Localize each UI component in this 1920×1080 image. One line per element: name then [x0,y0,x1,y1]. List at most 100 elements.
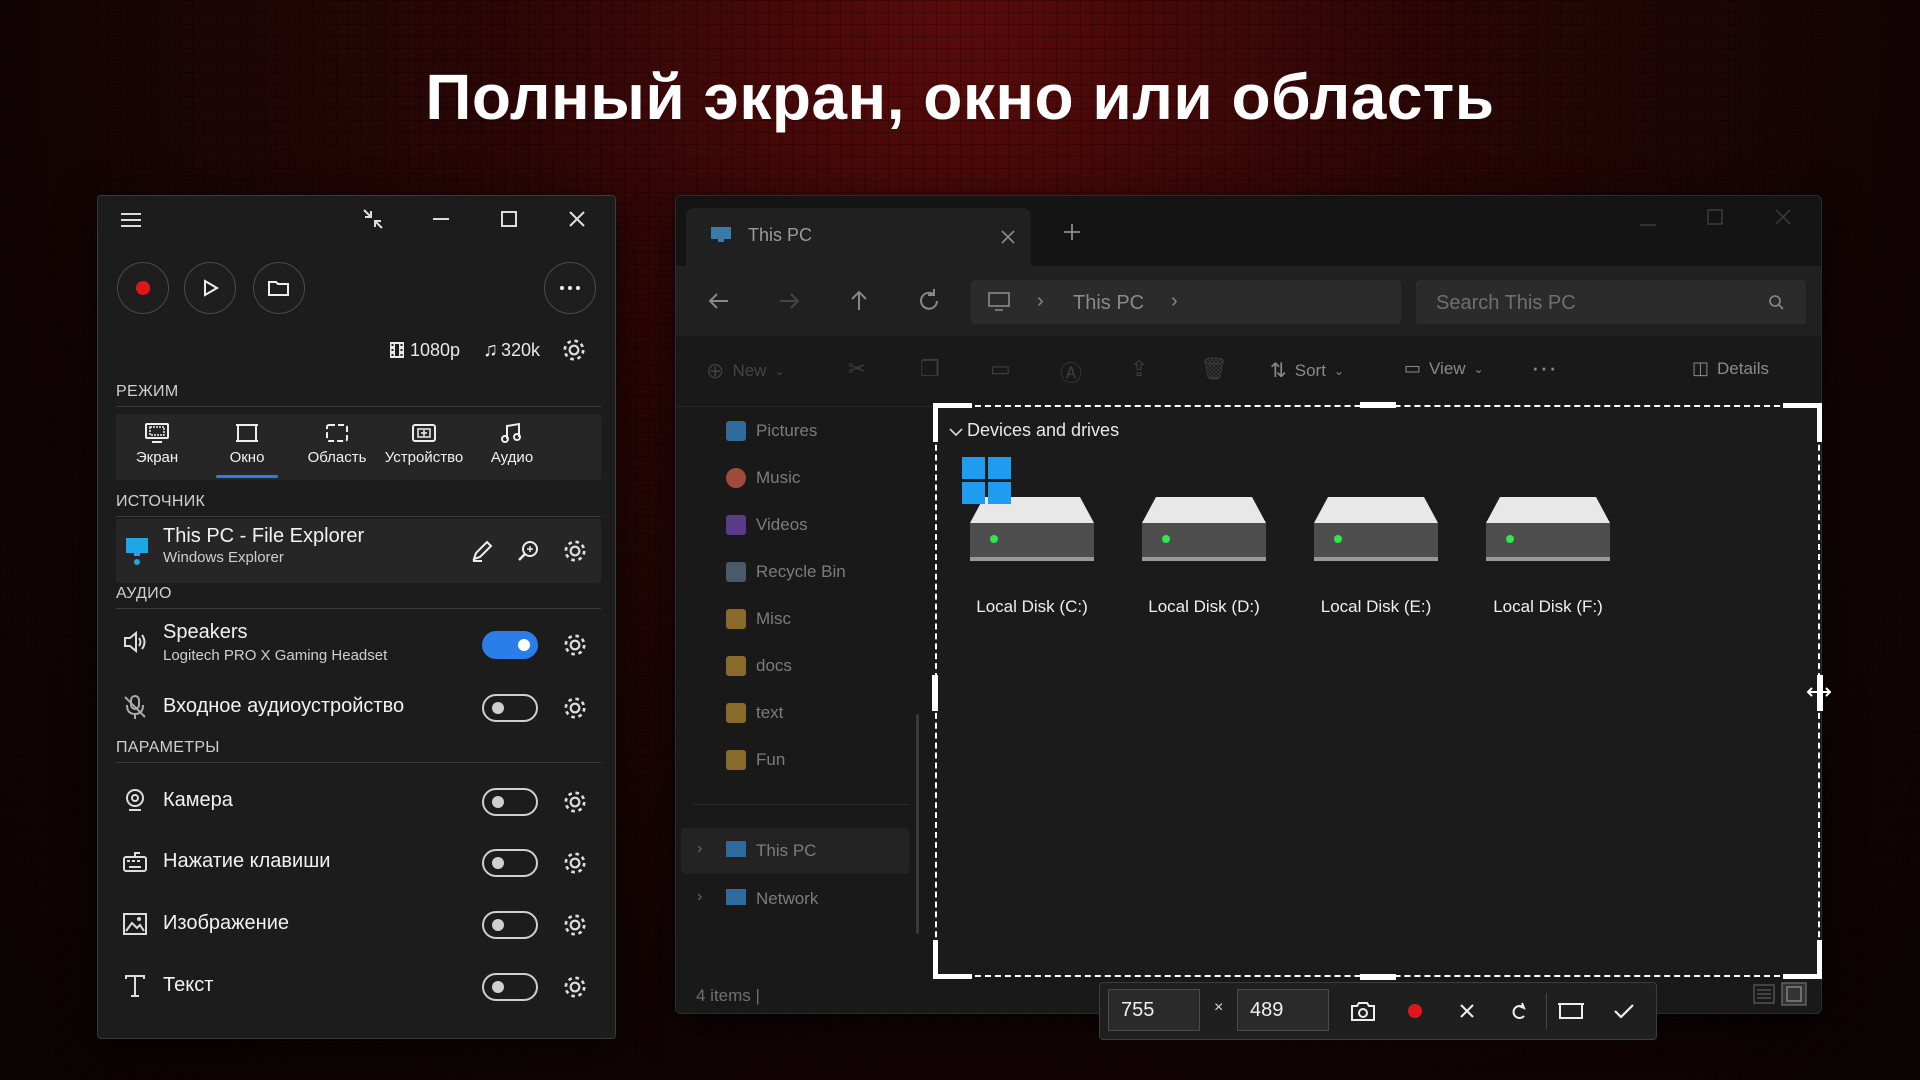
tab-this-pc[interactable]: This PC [686,208,1031,266]
sidebar-item-docs[interactable]: docs [726,649,792,683]
sidebar-item-misc[interactable]: Misc [726,602,791,636]
start-recording-button[interactable] [1399,995,1431,1027]
mode-screen[interactable]: Экран [116,414,198,480]
share-icon[interactable]: ⇪ [1130,356,1148,382]
sidebar-item-videos[interactable]: Videos 📌 [726,508,953,542]
new-plus-icon: ⊕ [706,358,725,383]
reset-selection-button[interactable] [1503,995,1535,1027]
breadcrumb-this-pc[interactable]: This PC [1073,292,1144,315]
address-bar[interactable]: › This PC › [971,280,1401,324]
cancel-selection-button[interactable] [1451,995,1483,1027]
more-options-button[interactable] [544,262,596,314]
drive-e[interactable]: Local Disk (E:) [1314,495,1438,616]
sidebar-item-network[interactable]: › Network [681,876,909,922]
details-view-icon[interactable] [1753,984,1775,1004]
up-arrow-icon[interactable] [842,284,876,318]
sidebar-item-music[interactable]: Music 📌 [726,461,953,495]
back-arrow-icon[interactable] [702,284,736,318]
more-icon[interactable]: ··· [1531,352,1557,383]
rename-icon[interactable]: Ⓐ [1060,356,1082,388]
explorer-close-icon[interactable] [1774,208,1792,226]
record-button[interactable] [117,262,169,314]
dimension-separator: × [1214,999,1224,1016]
speakers-toggle[interactable] [482,631,538,659]
hamburger-menu-icon[interactable] [118,208,144,234]
chevron-down-icon: ⌄ [774,364,785,378]
camera-toggle[interactable] [482,788,538,816]
camera-settings-gear-icon[interactable] [562,789,588,815]
delete-icon[interactable]: 🗑 [1200,356,1228,382]
details-button[interactable]: ◫ Details [1692,358,1769,379]
drive-d[interactable]: Local Disk (D:) [1142,495,1266,616]
resize-handle-bottom[interactable] [1360,974,1396,980]
search-box[interactable]: Search This PC [1416,280,1806,324]
expand-chevron-icon[interactable]: › [697,840,702,858]
copy-icon[interactable]: ❐ [920,356,940,382]
resize-handle-top[interactable] [1360,402,1396,408]
resize-handle-bottom-left[interactable] [933,940,972,979]
selection-height-input[interactable]: 489 [1237,989,1329,1031]
keystrokes-toggle[interactable] [482,849,538,877]
text-toggle[interactable] [482,973,538,1001]
explorer-minimize-icon[interactable] [1639,216,1657,234]
image-toggle[interactable] [482,911,538,939]
bitrate-stat[interactable]: ♫ 320k [483,336,540,364]
source-selector[interactable]: This PC - File Explorer Windows Explorer [116,519,601,583]
screenshot-button[interactable] [1347,995,1379,1027]
input-audio-toggle[interactable] [482,694,538,722]
sidebar-item-this-pc[interactable]: › This PC [681,828,909,874]
selection-width-input[interactable]: 755 [1108,989,1200,1031]
output-settings-gear-icon[interactable] [561,337,587,363]
new-tab-plus-icon[interactable] [1063,223,1081,241]
fullscreen-selection-button[interactable] [1555,995,1587,1027]
paste-icon[interactable]: ▭ [990,356,1011,382]
play-button[interactable] [184,262,236,314]
keystrokes-settings-gear-icon[interactable] [562,850,588,876]
edit-pencil-icon[interactable] [470,539,494,563]
sidebar-item-recycle-bin[interactable]: Recycle Bin 📌 [726,555,953,589]
open-folder-button[interactable] [253,262,305,314]
mode-window[interactable]: Окно [206,414,288,480]
sort-button[interactable]: ⇅ Sort ⌄ [1270,358,1344,383]
drive-f[interactable]: Local Disk (F:) [1486,495,1610,616]
cut-icon[interactable]: ✂ [848,356,866,382]
view-button[interactable]: ▭ View ⌄ [1404,358,1484,379]
mode-audio[interactable]: Аудио [471,414,553,480]
image-settings-gear-icon[interactable] [562,912,588,938]
forward-arrow-icon[interactable] [772,284,806,318]
speakers-settings-gear-icon[interactable] [562,632,588,658]
source-settings-gear-icon[interactable] [562,538,588,564]
explorer-maximize-icon[interactable] [1706,208,1724,226]
resize-handle-top-left[interactable] [933,403,972,442]
close-tab-icon[interactable] [1001,230,1015,244]
capture-selection-area[interactable]: Devices and drives Local Disk (C:) Local… [932,402,1832,980]
sidebar-item-fun[interactable]: Fun [726,743,785,777]
details-pane-icon: ◫ [1692,358,1710,378]
input-audio-settings-gear-icon[interactable] [562,695,588,721]
expand-chevron-icon[interactable]: › [697,888,702,906]
sidebar-item-text[interactable]: text [726,696,783,730]
sidebar-scrollbar[interactable] [916,714,919,934]
compact-mode-icon[interactable] [360,208,386,234]
tiles-view-icon[interactable] [1781,982,1807,1006]
close-icon[interactable] [564,208,590,234]
resolution-stat[interactable]: 1080p [388,336,460,364]
param-title: Нажатие клавиши [163,850,331,872]
refresh-icon[interactable] [912,284,946,318]
resize-handle-bottom-right[interactable] [1783,940,1822,979]
maximize-icon[interactable] [496,208,522,234]
confirm-selection-button[interactable] [1608,995,1640,1027]
text-settings-gear-icon[interactable] [562,974,588,1000]
resize-handle-left[interactable] [932,675,938,711]
mode-device[interactable]: Устройство [383,414,465,480]
resize-handle-top-right[interactable] [1783,403,1822,442]
search-placeholder: Search This PC [1436,292,1576,314]
zoom-search-icon[interactable] [516,539,540,563]
sidebar-item-pictures[interactable]: Pictures 📌 [726,414,953,448]
mode-area[interactable]: Область [296,414,378,480]
breadcrumb-chevron-icon[interactable]: › [1171,290,1178,313]
new-label: New [732,361,767,380]
drive-c[interactable]: Local Disk (C:) [962,457,1094,616]
new-button[interactable]: ⊕ New ⌄ [706,358,785,384]
minimize-icon[interactable] [428,208,454,234]
